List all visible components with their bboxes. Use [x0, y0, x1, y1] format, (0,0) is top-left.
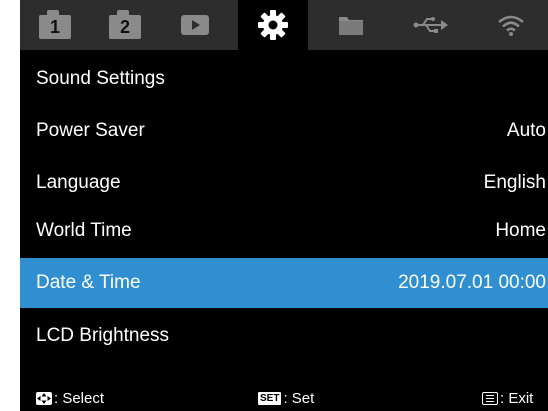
menu-item-label: Date & Time: [36, 272, 141, 293]
menu-item-label: Power Saver: [36, 120, 145, 141]
select-hint-label: : Select: [54, 390, 105, 407]
usb-icon: [413, 17, 448, 33]
set-key-icon: SET: [258, 392, 282, 405]
gear-icon: [258, 10, 288, 40]
camera-1-number: 1: [49, 17, 60, 37]
menu-item-sound-settings[interactable]: Sound Settings: [20, 54, 548, 104]
exit-hint: : Exit: [482, 390, 533, 407]
tab-bar: 1 2: [20, 0, 548, 50]
set-hint-label: : Set: [283, 390, 315, 407]
menu-key-icon: [482, 392, 498, 405]
menu-item-date-time[interactable]: Date & Time 2019.07.01 00:00: [20, 258, 548, 308]
set-hint: SET : Set: [258, 390, 314, 407]
footer-hints: : Select SET : Set : Exit: [20, 386, 548, 411]
menu-item-language[interactable]: Language English: [20, 158, 548, 208]
menu-item-world-time[interactable]: World Time Home: [20, 206, 548, 256]
menu-item-label: Sound Settings: [36, 68, 165, 89]
menu-item-value: English: [483, 172, 546, 193]
tab-camera-1[interactable]: 1: [20, 0, 90, 50]
dpad-icon: [36, 392, 52, 405]
select-hint: : Select: [36, 390, 104, 407]
tab-usb[interactable]: [396, 0, 466, 50]
tab-wifi[interactable]: [476, 0, 546, 50]
playback-icon: [181, 15, 209, 35]
menu-item-value: 2019.07.01 00:00: [398, 272, 546, 293]
tab-setup[interactable]: [238, 0, 308, 50]
tab-files[interactable]: [316, 0, 386, 50]
camera-1-icon: 1: [39, 10, 71, 39]
menu-item-value: Auto: [506, 120, 546, 141]
exit-hint-label: : Exit: [500, 390, 534, 407]
settings-screen: 1 2 Sound Settings Power Saver Auto Lang…: [20, 0, 548, 411]
folder-icon: [339, 17, 363, 35]
menu-item-value: Home: [495, 220, 546, 241]
camera-2-icon: 2: [109, 10, 141, 39]
wifi-icon: [498, 15, 524, 36]
menu-item-lcd-brightness[interactable]: LCD Brightness: [20, 311, 548, 361]
tab-camera-2[interactable]: 2: [90, 0, 160, 50]
menu-item-label: LCD Brightness: [36, 325, 170, 346]
menu-item-label: World Time: [36, 220, 132, 241]
menu-item-label: Language: [36, 172, 121, 193]
camera-2-number: 2: [119, 17, 130, 37]
menu-item-power-saver[interactable]: Power Saver Auto: [20, 106, 548, 156]
tab-playback[interactable]: [160, 0, 230, 50]
